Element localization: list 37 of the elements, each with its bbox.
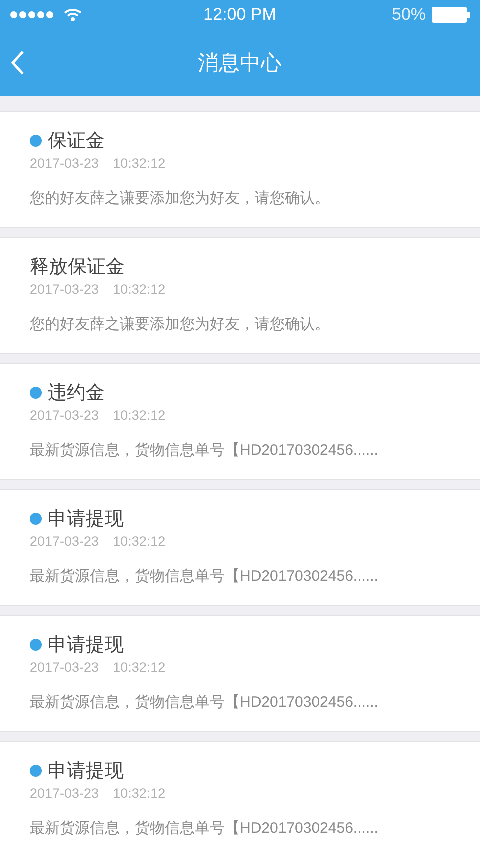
back-chevron-icon (10, 50, 26, 76)
message-time: 10:32:12 (113, 156, 166, 171)
message-date: 2017-03-23 (30, 660, 100, 675)
message-card[interactable]: 保证金 2017-03-23 10:32:12 您的好友薛之谦要添加您为好友，请您确认。 (0, 111, 480, 228)
message-card[interactable]: 释放保证金 2017-03-23 10:32:12 您的好友薛之谦要添加您为好友，请您确认。 (0, 237, 480, 354)
message-time: 10:32:12 (113, 786, 166, 801)
message-title: 保证金 (48, 130, 105, 154)
message-date: 2017-03-23 (30, 408, 100, 423)
message-title: 申请提现 (48, 760, 124, 784)
message-title: 违约金 (48, 382, 105, 406)
message-card[interactable]: 申请提现 2017-03-23 10:32:12 最新货源信息，货物信息单号【HD20170302456...... (0, 489, 480, 606)
signal-icon (10, 11, 54, 19)
message-text: 最新货源信息，货物信息单号【HD20170302456...... (30, 819, 380, 838)
message-date: 2017-03-23 (30, 786, 100, 801)
message-time: 10:32:12 (113, 660, 166, 675)
message-text: 您的好友薛之谦要添加您为好友，请您确认。 (30, 189, 331, 208)
message-title: 申请提现 (48, 508, 124, 532)
message-time: 10:32:12 (113, 534, 166, 549)
message-text: 最新货源信息，货物信息单号【HD20170302456...... (30, 441, 380, 460)
message-time: 10:32:12 (113, 408, 166, 423)
message-time: 10:32:12 (113, 282, 166, 297)
message-date: 2017-03-23 (30, 282, 100, 297)
message-date: 2017-03-23 (30, 156, 100, 171)
message-card[interactable]: 申请提现 2017-03-23 10:32:12 最新货源信息，货物信息单号【HD20170302456...... (0, 741, 480, 853)
message-date: 2017-03-23 (30, 534, 100, 549)
page-title: 消息中心 (198, 51, 282, 77)
message-card[interactable]: 申请提现 2017-03-23 10:32:12 最新货源信息，货物信息单号【HD20170302456...... (0, 615, 480, 732)
message-text: 您的好友薛之谦要添加您为好友，请您确认。 (30, 315, 331, 334)
message-title: 释放保证金 (30, 256, 125, 280)
message-card[interactable]: 违约金 2017-03-23 10:32:12 最新货源信息，货物信息单号【HD20170302456...... (0, 363, 480, 480)
status-time: 12:00 PM (204, 5, 276, 25)
message-text: 最新货源信息，货物信息单号【HD20170302456...... (30, 693, 380, 712)
wifi-icon (64, 8, 82, 22)
message-text: 最新货源信息，货物信息单号【HD20170302456...... (30, 567, 380, 586)
battery-percent: 50% (392, 5, 426, 25)
battery-icon (432, 7, 470, 23)
message-title: 申请提现 (48, 634, 124, 658)
